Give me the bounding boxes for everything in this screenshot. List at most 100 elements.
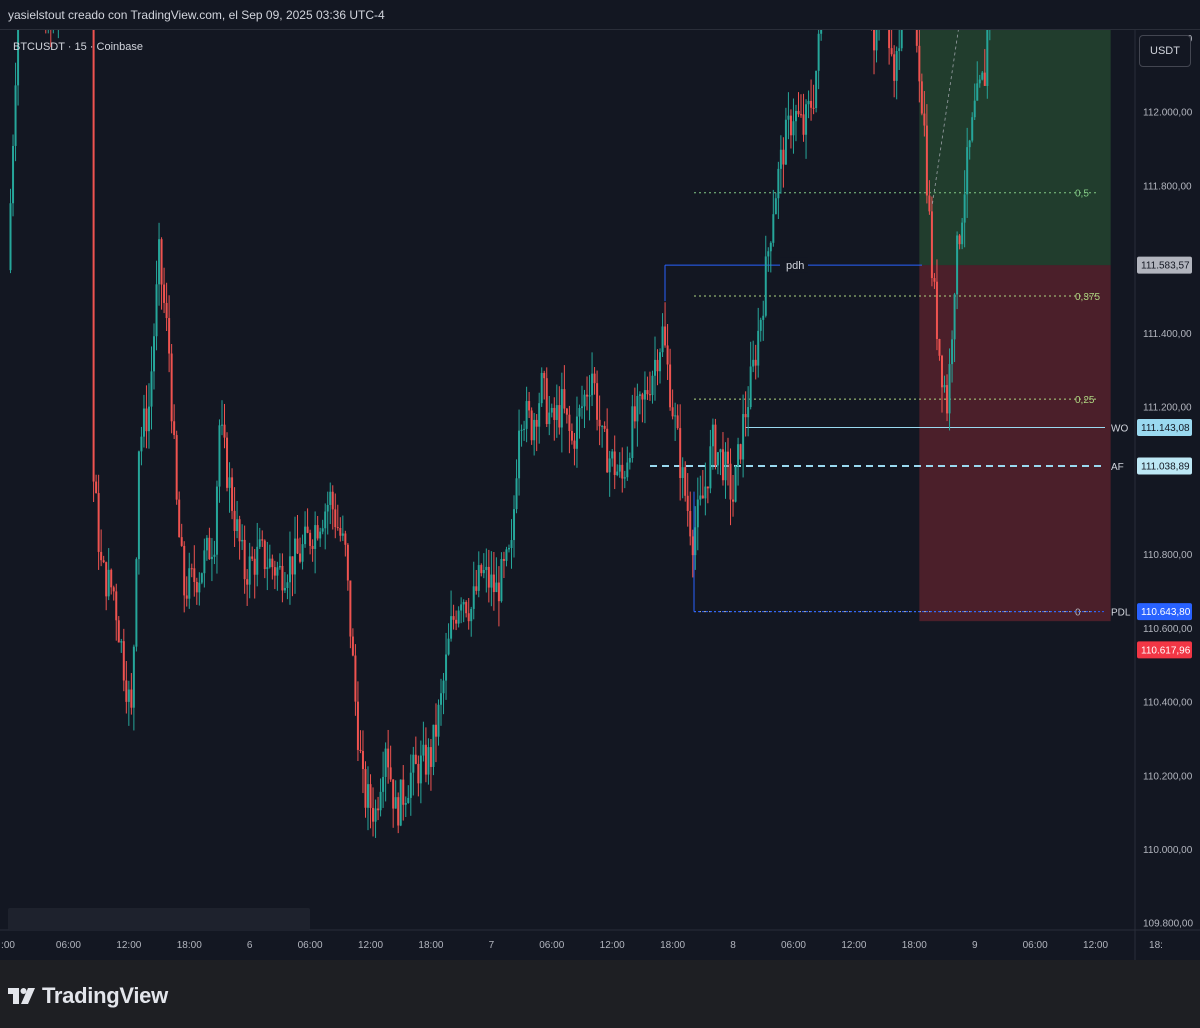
- candle-body: [940, 355, 943, 388]
- candle-body: [631, 406, 634, 459]
- candle-body: [97, 493, 100, 552]
- candle-body: [397, 797, 400, 826]
- candle-body: [220, 424, 223, 426]
- candle-body: [266, 567, 269, 570]
- candle-body: [291, 556, 294, 575]
- candle-body: [127, 689, 130, 702]
- candle-body: [800, 114, 803, 116]
- candle-body: [175, 435, 178, 500]
- candle-body: [528, 401, 531, 411]
- candle-body: [935, 281, 938, 339]
- candle-body: [948, 364, 951, 414]
- chart-area[interactable]: 1,2510,50,3750,250PWHPDHpdhWOAFPDL113.60…: [0, 30, 1200, 960]
- candle-body: [895, 50, 898, 81]
- candle-body: [505, 549, 508, 561]
- candle-body: [331, 491, 334, 510]
- price-tick-label: 110.800,00: [1143, 550, 1193, 561]
- candle-body: [92, 30, 95, 482]
- candle-body: [575, 416, 578, 449]
- candle-body: [805, 104, 808, 135]
- candle-body: [142, 408, 145, 437]
- candle-body: [263, 540, 266, 570]
- candle-body: [784, 119, 787, 165]
- candle-body: [966, 147, 969, 195]
- candle-body: [734, 466, 737, 502]
- candle-body: [507, 548, 510, 550]
- candle-body: [208, 537, 211, 560]
- chart-canvas[interactable]: 1,2510,50,3750,250PWHPDHpdhWOAFPDL113.60…: [0, 30, 1200, 960]
- candle-body: [387, 748, 390, 768]
- time-tick-label: 18:00: [177, 940, 202, 951]
- candle-body: [293, 538, 296, 575]
- candle-body: [580, 406, 583, 409]
- candle-body: [558, 405, 561, 428]
- price-tag-text: 111.038,89: [1141, 461, 1190, 472]
- candle-body: [742, 414, 745, 460]
- candle-body: [135, 559, 138, 647]
- candle-body: [797, 110, 800, 115]
- time-scrollbar[interactable]: [8, 908, 310, 930]
- candle-body: [173, 421, 176, 436]
- candle-body: [757, 330, 760, 366]
- candle-body: [271, 558, 274, 568]
- candle-body: [314, 525, 317, 549]
- candle-body: [165, 302, 168, 319]
- candle-body: [593, 373, 596, 384]
- candle-body: [414, 754, 417, 764]
- candle-body: [958, 235, 961, 245]
- candle-body: [399, 779, 402, 826]
- candle-body: [200, 573, 203, 583]
- price-tick-label: 111.800,00: [1143, 181, 1192, 192]
- candle-body: [429, 747, 432, 767]
- tradingview-icon: [8, 988, 35, 1004]
- time-tick-label: 18:00: [902, 940, 927, 951]
- candle-body: [341, 533, 344, 536]
- candle-body: [661, 326, 664, 353]
- candle-body: [299, 553, 302, 562]
- candle-body: [525, 401, 528, 429]
- candle-body: [643, 390, 646, 400]
- time-tick-label: 06:00: [298, 940, 323, 951]
- candle-body: [976, 83, 979, 101]
- position-profit-zone[interactable]: [919, 30, 1111, 266]
- candle-body: [236, 519, 239, 531]
- candle-body: [739, 444, 742, 460]
- candle-body: [326, 504, 329, 512]
- currency-button[interactable]: USDT: [1139, 35, 1191, 67]
- candle-body: [261, 539, 264, 541]
- time-tick-label: 06:00: [539, 940, 564, 951]
- position-loss-zone[interactable]: [919, 265, 1111, 622]
- candle-body: [648, 394, 651, 396]
- symbol-info[interactable]: BTCUSDT · 15 · Coinbase: [13, 41, 143, 53]
- candle-body: [570, 430, 573, 441]
- candle-body: [14, 85, 17, 146]
- candle-body: [316, 525, 319, 539]
- candle-body: [961, 222, 964, 245]
- candle-body: [130, 689, 133, 708]
- candle-body: [518, 430, 521, 479]
- candle-body: [334, 509, 337, 528]
- tradingview-logo[interactable]: TradingView: [8, 983, 168, 1009]
- candle-body: [530, 410, 533, 441]
- candle-body: [523, 428, 526, 430]
- candle-body: [437, 704, 440, 737]
- candle-body: [578, 408, 581, 417]
- candle-body: [636, 395, 639, 422]
- candle-body: [777, 168, 780, 199]
- candle-body: [231, 477, 234, 511]
- candle-body: [100, 551, 103, 561]
- candle-body: [369, 784, 372, 808]
- candle-body: [810, 100, 813, 108]
- candle-body: [626, 462, 629, 478]
- candle-body: [329, 491, 332, 505]
- candle-body: [601, 425, 604, 427]
- candle-body: [296, 538, 299, 554]
- candle-body: [407, 797, 410, 803]
- candle-body: [417, 763, 420, 784]
- brand-wordmark: TradingView: [42, 983, 168, 1008]
- candle-body: [510, 540, 513, 549]
- candle-body: [256, 546, 259, 575]
- candle-body: [283, 587, 286, 591]
- candle-body: [115, 591, 118, 621]
- candle-body: [349, 580, 352, 637]
